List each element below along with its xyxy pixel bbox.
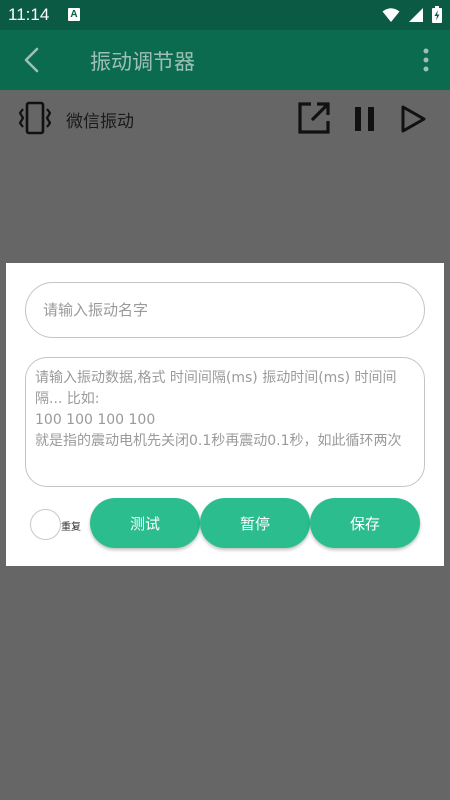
pause-text-button[interactable]: 暂停 [200,498,310,548]
save-button[interactable]: 保存 [310,498,420,548]
repeat-label: 重复 [61,522,81,533]
battery-charging-icon [432,6,442,23]
vibration-data-input[interactable] [25,357,425,487]
status-icons [382,6,442,23]
status-bar: 11:14 A [0,0,450,30]
test-button[interactable]: 测试 [90,498,200,548]
share-button[interactable] [296,100,332,136]
more-options-button[interactable] [418,44,434,76]
pause-icon [355,107,374,131]
play-icon [401,105,426,133]
wifi-icon [382,7,400,22]
vibration-edit-dialog: 重复 测试 暂停 保存 [6,263,444,566]
back-button[interactable] [16,44,48,76]
chevron-left-icon [24,47,39,73]
vibration-toolbar: 微信振动 [0,90,450,150]
play-button[interactable] [398,102,428,136]
notification-a-icon: A [68,8,80,21]
more-vert-icon [423,48,429,72]
vibration-name-label: 微信振动 [66,112,134,132]
share-external-icon [298,102,330,134]
repeat-checkbox[interactable] [30,509,61,540]
page-title: 振动调节器 [90,50,195,74]
status-time: 11:14 [8,5,50,24]
vibrate-icon [18,101,52,135]
signal-icon [409,7,423,22]
vibration-name-input[interactable] [25,282,425,338]
app-bar: 振动调节器 [0,30,450,90]
pause-button[interactable] [350,102,380,136]
